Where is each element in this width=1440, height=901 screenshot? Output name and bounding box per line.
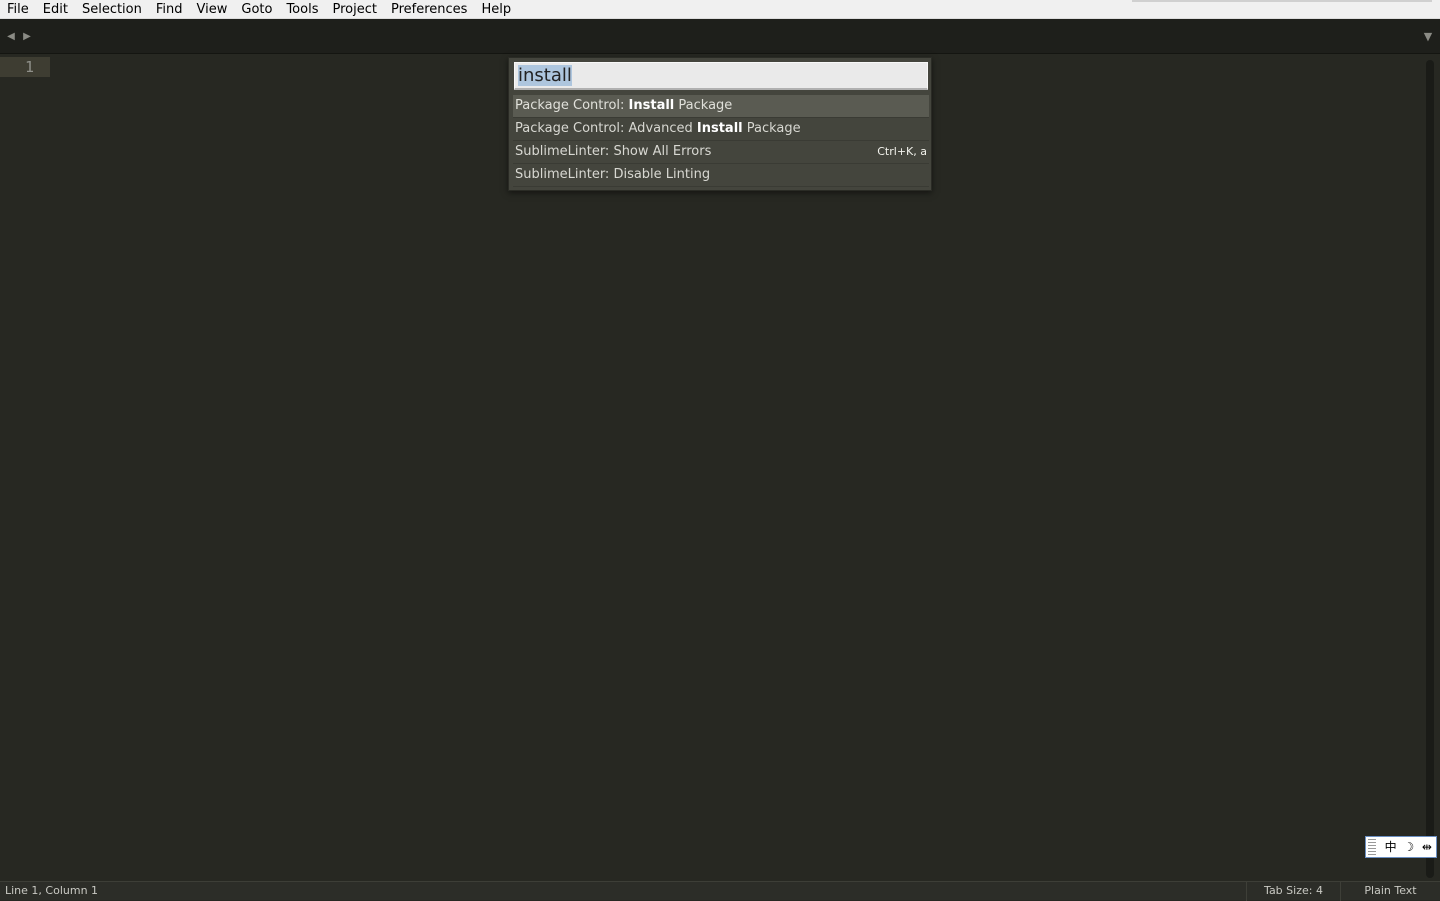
menu-help[interactable]: Help — [474, 0, 518, 19]
menu-selection[interactable]: Selection — [75, 0, 149, 19]
menu-find[interactable]: Find — [149, 0, 190, 19]
menu-preferences[interactable]: Preferences — [384, 0, 474, 19]
selected-query-text: install — [518, 65, 572, 86]
menu-view[interactable]: View — [190, 0, 235, 19]
palette-item-text: Package Control: Advanced — [515, 121, 697, 136]
status-bar: Line 1, Column 1 Tab Size: 4 Plain Text — [0, 881, 1440, 901]
command-palette-list: Package Control: Install Package Package… — [513, 95, 929, 187]
palette-item-match: Install — [696, 121, 743, 136]
tab-size-selector[interactable]: Tab Size: 4 — [1246, 882, 1340, 901]
palette-item-show-all-errors[interactable]: SublimeLinter: Show All Errors Ctrl+K, a — [513, 141, 929, 164]
cursor-position: Line 1, Column 1 — [5, 884, 99, 897]
menu-edit[interactable]: Edit — [36, 0, 75, 19]
ime-drag-handle[interactable] — [1368, 839, 1376, 855]
menu-bar: File Edit Selection Find View Goto Tools… — [0, 0, 1440, 19]
palette-item-shortcut: Ctrl+K, a — [877, 145, 927, 158]
syntax-selector[interactable]: Plain Text — [1340, 882, 1440, 901]
ime-toolbar: 中 ☽ ⇹ — [1365, 836, 1437, 858]
menu-tools[interactable]: Tools — [279, 0, 325, 19]
palette-item-text: SublimeLinter: Disable Linting — [515, 167, 711, 182]
menu-file[interactable]: File — [0, 0, 36, 19]
command-palette-input[interactable]: install — [514, 62, 928, 90]
tab-scroll-right-icon[interactable]: ▶ — [21, 30, 33, 44]
palette-item-match: Install — [628, 98, 675, 113]
tab-list-dropdown-icon[interactable]: ▼ — [1421, 30, 1435, 44]
command-palette: install Package Control: Install Package… — [508, 57, 932, 191]
palette-item-install-package[interactable]: Package Control: Install Package — [513, 95, 929, 118]
palette-item-advanced-install-package[interactable]: Package Control: Advanced Install Packag… — [513, 118, 929, 141]
window-shadow — [1132, 0, 1432, 2]
palette-item-disable-linting[interactable]: SublimeLinter: Disable Linting — [513, 164, 929, 187]
ime-width-toggle-icon[interactable]: ⇹ — [1418, 837, 1436, 857]
menu-project[interactable]: Project — [325, 0, 383, 19]
vertical-scrollbar[interactable] — [1426, 60, 1434, 878]
palette-item-text: Package — [674, 98, 733, 113]
menu-goto[interactable]: Goto — [234, 0, 279, 19]
ime-chinese-mode-button[interactable]: 中 — [1382, 837, 1400, 857]
tab-scroll-left-icon[interactable]: ◀ — [5, 30, 17, 44]
palette-item-text: Package — [742, 121, 801, 136]
tab-bar: ◀ ▶ ▼ — [0, 19, 1440, 54]
palette-item-text: Package Control: — [515, 98, 629, 113]
palette-item-text: SublimeLinter: Show All Errors — [515, 144, 712, 159]
line-number: 1 — [24, 58, 34, 76]
ime-moon-icon[interactable]: ☽ — [1400, 837, 1418, 857]
